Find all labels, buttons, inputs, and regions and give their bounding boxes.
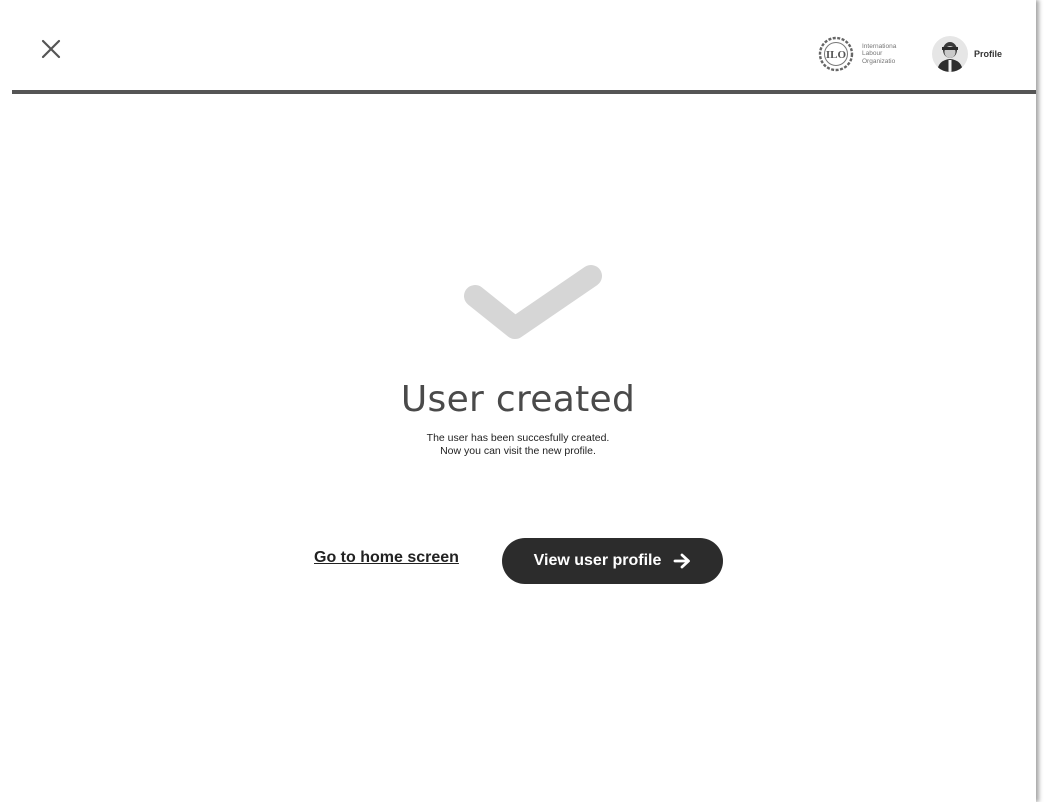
success-message-line: The user has been succesfully created. xyxy=(426,432,610,444)
view-user-profile-label[interactable]: View user profile xyxy=(534,552,662,570)
logo-line: Internationa xyxy=(862,42,897,50)
profile-button[interactable]: Profile xyxy=(932,35,1002,73)
logo-line: Labour xyxy=(862,50,883,58)
logo-line: Organizatio xyxy=(862,57,896,65)
top-bar: ILO Internationa Labour Organizatio Prof xyxy=(12,0,1036,94)
view-user-profile-button[interactable]: View user profile xyxy=(502,538,723,584)
ilo-emblem-icon: ILO xyxy=(818,36,854,72)
arrow-right-icon[interactable] xyxy=(673,553,691,569)
go-home-link[interactable]: Go to home screen xyxy=(314,549,459,567)
app-window: ILO Internationa Labour Organizatio Prof xyxy=(0,0,1036,802)
organization-logo: ILO Internationa Labour Organizatio xyxy=(818,34,928,74)
page-title: User created xyxy=(400,379,636,420)
logo-text: Internationa Labour Organizatio xyxy=(862,43,912,66)
success-message: The user has been succesfully created. N… xyxy=(0,432,1036,458)
profile-label[interactable]: Profile xyxy=(974,49,1002,59)
close-icon[interactable] xyxy=(40,38,62,60)
action-row: Go to home screen View user profile xyxy=(0,538,1036,584)
avatar[interactable] xyxy=(932,36,968,72)
main-content: User created The user has been succesful… xyxy=(0,94,1036,802)
success-message-line: Now you can visit the new profile. xyxy=(440,445,596,457)
svg-text:ILO: ILO xyxy=(826,49,847,61)
checkmark-icon xyxy=(464,265,602,339)
